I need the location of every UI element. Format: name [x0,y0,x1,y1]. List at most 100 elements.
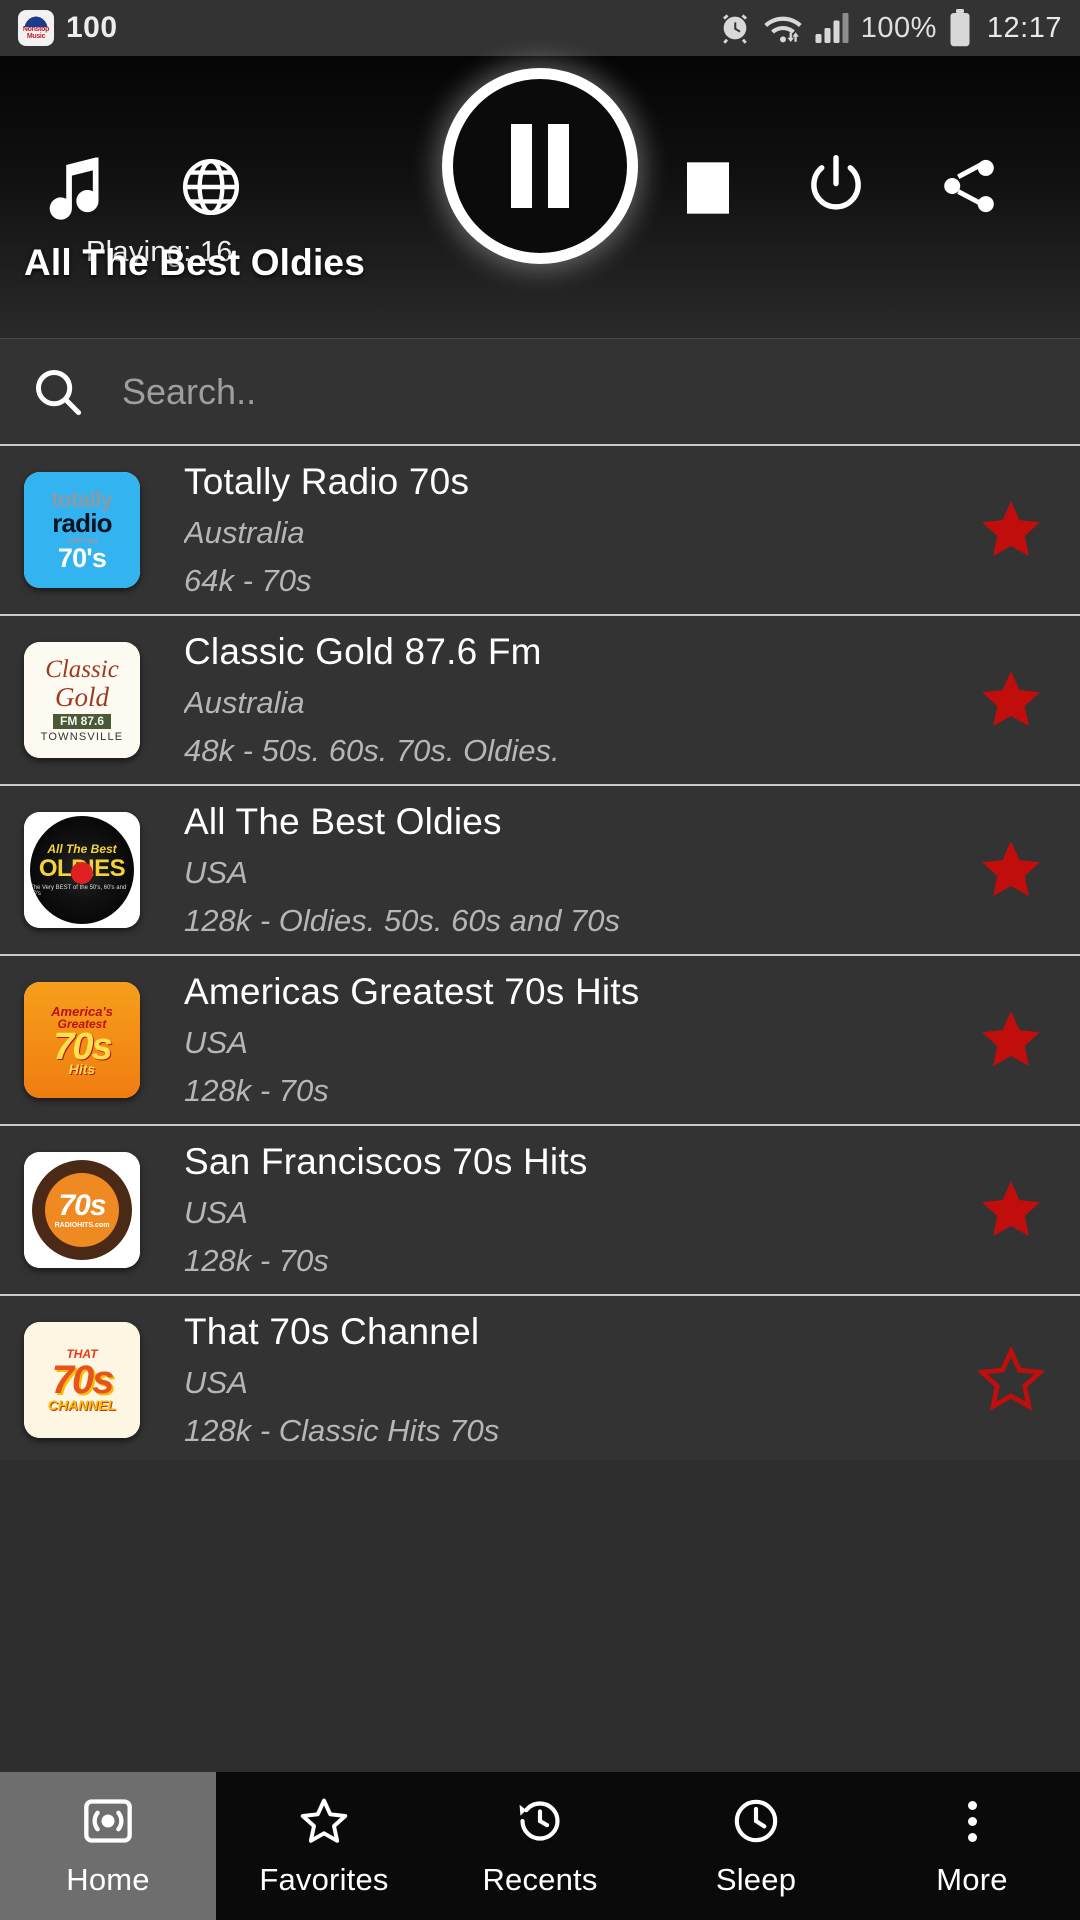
logo-text-3: CHANNEL [47,1397,117,1413]
favorite-star-button[interactable] [966,497,1056,563]
bottom-navigation: Home Favorites Recents Sleep More [0,1772,1080,1920]
pause-bar-right [548,124,569,208]
table-row[interactable]: Classic Gold FM 87.6 TOWNSVILLE Classic … [0,616,1080,786]
status-bar-clock: 12:17 [986,11,1062,44]
share-icon[interactable] [938,154,1000,218]
globe-icon[interactable] [180,156,242,218]
station-info: Americas Greatest 70s Hits USA 128k - 70… [184,971,966,1109]
wifi-icon [763,11,803,45]
pause-icon [442,68,638,264]
signal-icon [814,11,850,45]
nav-item-home[interactable]: Home [0,1772,216,1920]
station-info: That 70s Channel USA 128k - Classic Hits… [184,1311,966,1449]
station-logo: Classic Gold FM 87.6 TOWNSVILLE [24,642,140,758]
nav-item-recents[interactable]: Recents [432,1772,648,1920]
more-vertical-icon [967,1794,977,1848]
favorite-star-button[interactable] [966,1177,1056,1243]
history-clock-icon [514,1794,566,1848]
station-country: USA [184,1195,248,1230]
nav-item-more[interactable]: More [864,1772,1080,1920]
station-meta: 128k - 70s [184,1243,329,1278]
favorite-star-button[interactable] [966,1007,1056,1073]
table-row[interactable]: totally radio .com.au 70's Totally Radio… [0,446,1080,616]
logo-center-dot [71,862,93,884]
logo-text-1: 70s [58,1189,106,1222]
logo-text-4: Hits [68,1060,96,1077]
logo-text-2: RADIOHITS.com [54,1222,110,1229]
station-logo: THAT 70s CHANNEL [24,1322,140,1438]
status-bar-right: 100% 12:17 [718,9,1062,47]
radio-broadcast-icon [82,1794,134,1848]
logo-text-1: Classic [45,655,119,683]
station-name: Classic Gold 87.6 Fm [184,631,542,672]
station-logo: America's Greatest 70s Hits [24,982,140,1098]
nav-label-more: More [936,1862,1008,1897]
status-bar-left: Nonstop Music 100 [18,10,118,46]
stop-icon[interactable] [684,160,732,216]
station-meta: 64k - 70s [184,563,312,598]
logo-text-3: FM 87.6 [52,714,111,729]
table-row[interactable]: America's Greatest 70s Hits Americas Gre… [0,956,1080,1126]
app-icon-line1: Nonstop [22,25,50,33]
table-row[interactable]: 70s RADIOHITS.com San Franciscos 70s Hit… [0,1126,1080,1296]
station-name: Americas Greatest 70s Hits [184,971,640,1012]
station-country: Australia [184,685,305,720]
search-icon[interactable] [30,366,86,418]
search-bar[interactable] [0,338,1080,446]
station-name: That 70s Channel [184,1311,480,1352]
dot-3 [967,1832,977,1842]
station-name: San Franciscos 70s Hits [184,1141,588,1182]
nav-label-favorites: Favorites [259,1862,389,1897]
station-meta: 128k - Classic Hits 70s [184,1413,500,1448]
station-name: All The Best Oldies [184,801,502,842]
station-info: All The Best Oldies USA 128k - Oldies. 5… [184,801,966,939]
station-logo: 70s RADIOHITS.com [24,1152,140,1268]
nav-label-home: Home [66,1862,150,1897]
station-country: USA [184,1025,248,1060]
logo-text-2: Gold [55,681,109,712]
station-country: USA [184,855,248,890]
table-row[interactable]: All The Best OLDIES The Very BEST of the… [0,786,1080,956]
logo-text-4: TOWNSVILLE [40,730,124,743]
logo-text-3: 70s [53,1025,112,1068]
station-meta: 128k - Oldies. 50s. 60s and 70s [184,903,620,938]
logo-text-1: All The Best [47,842,117,856]
favorite-star-button[interactable] [966,1347,1056,1413]
station-info: Classic Gold 87.6 Fm Australia 48k - 50s… [184,631,966,769]
player-panel: Playing: 16 All The Best Oldies [0,56,1080,338]
station-logo: All The Best OLDIES The Very BEST of the… [24,812,140,928]
logo-text-4: 70's [57,542,107,573]
search-input[interactable] [122,370,1050,413]
nav-item-sleep[interactable]: Sleep [648,1772,864,1920]
station-logo: totally radio .com.au 70's [24,472,140,588]
station-list[interactable]: totally radio .com.au 70's Totally Radio… [0,446,1080,1460]
app-root: Nonstop Music 100 100% 12:17 Playing: 16… [0,0,1080,1920]
favorite-star-button[interactable] [966,837,1056,903]
star-outline-icon [298,1794,350,1848]
station-country: Australia [184,515,305,550]
music-note-icon[interactable] [44,154,106,222]
logo-text-1: America's [51,1003,113,1019]
pause-bar-left [511,124,532,208]
power-icon[interactable] [806,154,866,218]
logo-text-3: The Very BEST of the 50's, 60's and 70's [30,885,127,897]
nav-item-favorites[interactable]: Favorites [216,1772,432,1920]
dot-2 [967,1816,977,1826]
alarm-icon [718,11,752,45]
battery-icon [948,9,972,47]
pause-button[interactable] [442,68,638,264]
station-meta: 128k - 70s [184,1073,329,1108]
now-playing-title: All The Best Oldies [24,242,365,283]
notification-count: 100 [66,11,118,44]
table-row[interactable]: THAT 70s CHANNEL That 70s Channel USA 12… [0,1296,1080,1460]
station-name: Totally Radio 70s [184,461,470,502]
station-country: USA [184,1365,248,1400]
logo-text-2: radio [52,507,112,538]
nav-label-recents: Recents [482,1862,598,1897]
station-meta: 48k - 50s. 60s. 70s. Oldies. [184,733,560,768]
dot-1 [967,1800,977,1810]
station-info: Totally Radio 70s Australia 64k - 70s [184,461,966,599]
status-bar: Nonstop Music 100 100% 12:17 [0,0,1080,56]
favorite-star-button[interactable] [966,667,1056,733]
battery-percent: 100% [860,11,937,44]
